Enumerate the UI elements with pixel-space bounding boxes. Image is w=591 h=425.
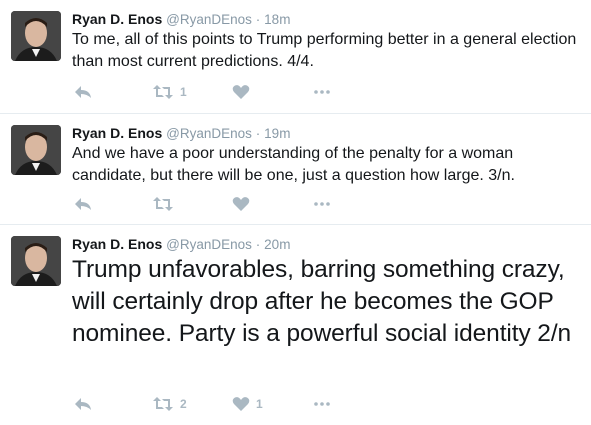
reply-icon: [75, 398, 91, 410]
tweet-timestamp[interactable]: 20m: [264, 237, 290, 252]
author-name[interactable]: Ryan D. Enos: [72, 236, 162, 252]
like-button[interactable]: [232, 194, 256, 214]
author-handle[interactable]: @RyanDEnos: [166, 12, 252, 27]
author-handle[interactable]: @RyanDEnos: [166, 237, 252, 252]
reply-icon: [75, 86, 91, 98]
retweet-icon: [153, 397, 173, 411]
separator-dot: ·: [255, 237, 261, 252]
more-button[interactable]: [314, 82, 330, 102]
tweet-header: Ryan D. Enos @RyanDEnos · 18m: [72, 10, 290, 29]
tweet-header: Ryan D. Enos @RyanDEnos · 19m: [72, 124, 290, 143]
tweet-timeline: Ryan D. Enos @RyanDEnos · 18m To me, all…: [0, 0, 591, 425]
tweet[interactable]: Ryan D. Enos @RyanDEnos · 18m To me, all…: [0, 0, 591, 114]
retweet-button[interactable]: [152, 194, 180, 214]
more-icon: [314, 402, 330, 406]
more-icon: [314, 202, 330, 206]
like-button[interactable]: [232, 82, 256, 102]
reply-button[interactable]: [74, 394, 92, 414]
avatar[interactable]: [11, 11, 61, 61]
separator-dot: ·: [255, 12, 261, 27]
retweet-button[interactable]: 1: [152, 82, 187, 102]
tweet[interactable]: Ryan D. Enos @RyanDEnos · 19m And we hav…: [0, 114, 591, 225]
retweet-icon: [153, 197, 173, 211]
retweet-count: 1: [180, 85, 187, 99]
like-button[interactable]: 1: [232, 394, 263, 414]
reply-button[interactable]: [74, 194, 92, 214]
retweet-icon: [153, 85, 173, 99]
tweet-actions: 1: [74, 82, 354, 102]
heart-icon: [232, 397, 250, 411]
tweet-text: To me, all of this points to Trump perfo…: [72, 31, 577, 70]
like-count: 1: [256, 397, 263, 411]
tweet-actions: [74, 194, 354, 214]
tweet-text: And we have a poor understanding of the …: [72, 145, 515, 184]
author-handle[interactable]: @RyanDEnos: [166, 126, 252, 141]
tweet[interactable]: Ryan D. Enos @RyanDEnos · 20m Trump unfa…: [0, 225, 591, 425]
tweet-header: Ryan D. Enos @RyanDEnos · 20m: [72, 235, 290, 254]
more-button[interactable]: [314, 194, 330, 214]
separator-dot: ·: [255, 126, 261, 141]
heart-icon: [232, 197, 250, 211]
reply-button[interactable]: [74, 82, 92, 102]
more-button[interactable]: [314, 394, 330, 414]
tweet-text: Trump unfavorables, barring something cr…: [72, 256, 572, 347]
author-name[interactable]: Ryan D. Enos: [72, 125, 162, 141]
avatar[interactable]: [11, 125, 61, 175]
heart-icon: [232, 85, 250, 99]
tweet-timestamp[interactable]: 19m: [264, 126, 290, 141]
reply-icon: [75, 198, 91, 210]
author-name[interactable]: Ryan D. Enos: [72, 11, 162, 27]
avatar[interactable]: [11, 236, 61, 286]
retweet-button[interactable]: 2: [152, 394, 187, 414]
retweet-count: 2: [180, 397, 187, 411]
tweet-timestamp[interactable]: 18m: [264, 12, 290, 27]
tweet-actions: 2 1: [74, 394, 354, 414]
more-icon: [314, 90, 330, 94]
